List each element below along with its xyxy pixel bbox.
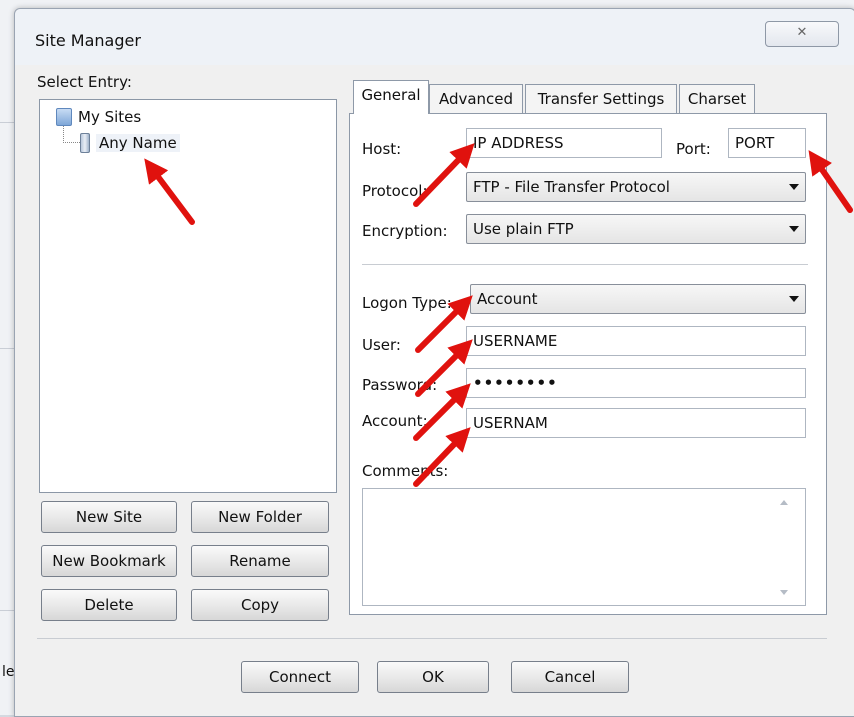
tab-transfer-settings[interactable]: Transfer Settings xyxy=(525,84,677,113)
tree-item-label: My Sites xyxy=(78,108,142,126)
tab-charset[interactable]: Charset xyxy=(679,84,755,113)
title-bar: Site Manager ✕ xyxy=(15,9,854,65)
user-label: User: xyxy=(362,336,401,354)
encryption-label: Encryption: xyxy=(362,222,448,240)
account-label: Account: xyxy=(362,412,428,430)
footer-divider xyxy=(37,638,827,639)
cancel-button[interactable]: Cancel xyxy=(511,661,629,693)
connect-button[interactable]: Connect xyxy=(241,661,359,693)
port-label: Port: xyxy=(676,140,711,158)
chevron-down-icon xyxy=(789,184,799,190)
background-line xyxy=(0,610,14,611)
new-site-button[interactable]: New Site xyxy=(41,501,177,533)
password-label: Password: xyxy=(362,376,438,394)
host-field[interactable]: IP ADDRESS xyxy=(466,128,662,158)
tab-general[interactable]: General xyxy=(353,80,429,114)
protocol-value: FTP - File Transfer Protocol xyxy=(473,178,670,196)
logon-type-select[interactable]: Account xyxy=(470,284,806,314)
chevron-down-icon xyxy=(789,226,799,232)
logon-type-label: Logon Type: xyxy=(362,294,452,312)
protocol-label: Protocol: xyxy=(362,182,428,200)
comments-label: Comments: xyxy=(362,462,449,480)
background-line xyxy=(0,122,14,123)
new-folder-button[interactable]: New Folder xyxy=(191,501,329,533)
password-field[interactable]: •••••••• xyxy=(466,368,806,398)
tree-item-any-name[interactable]: Any Name xyxy=(80,133,180,153)
section-divider xyxy=(362,264,808,265)
ok-button[interactable]: OK xyxy=(377,661,489,693)
account-field[interactable]: USERNAM xyxy=(466,408,806,438)
tree-item-my-sites[interactable]: My Sites xyxy=(56,108,141,126)
background-text: le xyxy=(2,664,15,680)
close-button[interactable]: ✕ xyxy=(765,21,839,47)
encryption-select[interactable]: Use plain FTP xyxy=(466,214,806,244)
logon-type-value: Account xyxy=(477,290,538,308)
close-icon: ✕ xyxy=(796,25,808,40)
port-field[interactable]: PORT xyxy=(728,128,806,158)
delete-button[interactable]: Delete xyxy=(41,589,177,621)
comments-textarea[interactable] xyxy=(362,488,806,606)
site-manager-dialog: Site Manager ✕ Select Entry: My Sites An… xyxy=(14,8,854,717)
scroll-down-icon xyxy=(780,590,788,595)
server-icon xyxy=(80,133,90,153)
select-entry-label: Select Entry: xyxy=(37,73,132,91)
new-bookmark-button[interactable]: New Bookmark xyxy=(41,545,177,577)
tree-item-label: Any Name xyxy=(96,134,180,152)
protocol-select[interactable]: FTP - File Transfer Protocol xyxy=(466,172,806,202)
background-line xyxy=(0,348,14,349)
user-field[interactable]: USERNAME xyxy=(466,326,806,356)
copy-button[interactable]: Copy xyxy=(191,589,329,621)
scroll-up-icon xyxy=(780,500,788,505)
tab-advanced[interactable]: Advanced xyxy=(429,84,523,113)
chevron-down-icon xyxy=(789,296,799,302)
site-tree[interactable]: My Sites Any Name xyxy=(39,99,337,493)
dialog-title: Site Manager xyxy=(35,31,141,50)
folder-icon xyxy=(56,108,72,126)
tree-connector xyxy=(63,126,80,143)
general-panel: Host: IP ADDRESS Port: PORT Protocol: FT… xyxy=(349,113,827,615)
host-label: Host: xyxy=(362,140,402,158)
encryption-value: Use plain FTP xyxy=(473,220,574,238)
rename-button[interactable]: Rename xyxy=(191,545,329,577)
